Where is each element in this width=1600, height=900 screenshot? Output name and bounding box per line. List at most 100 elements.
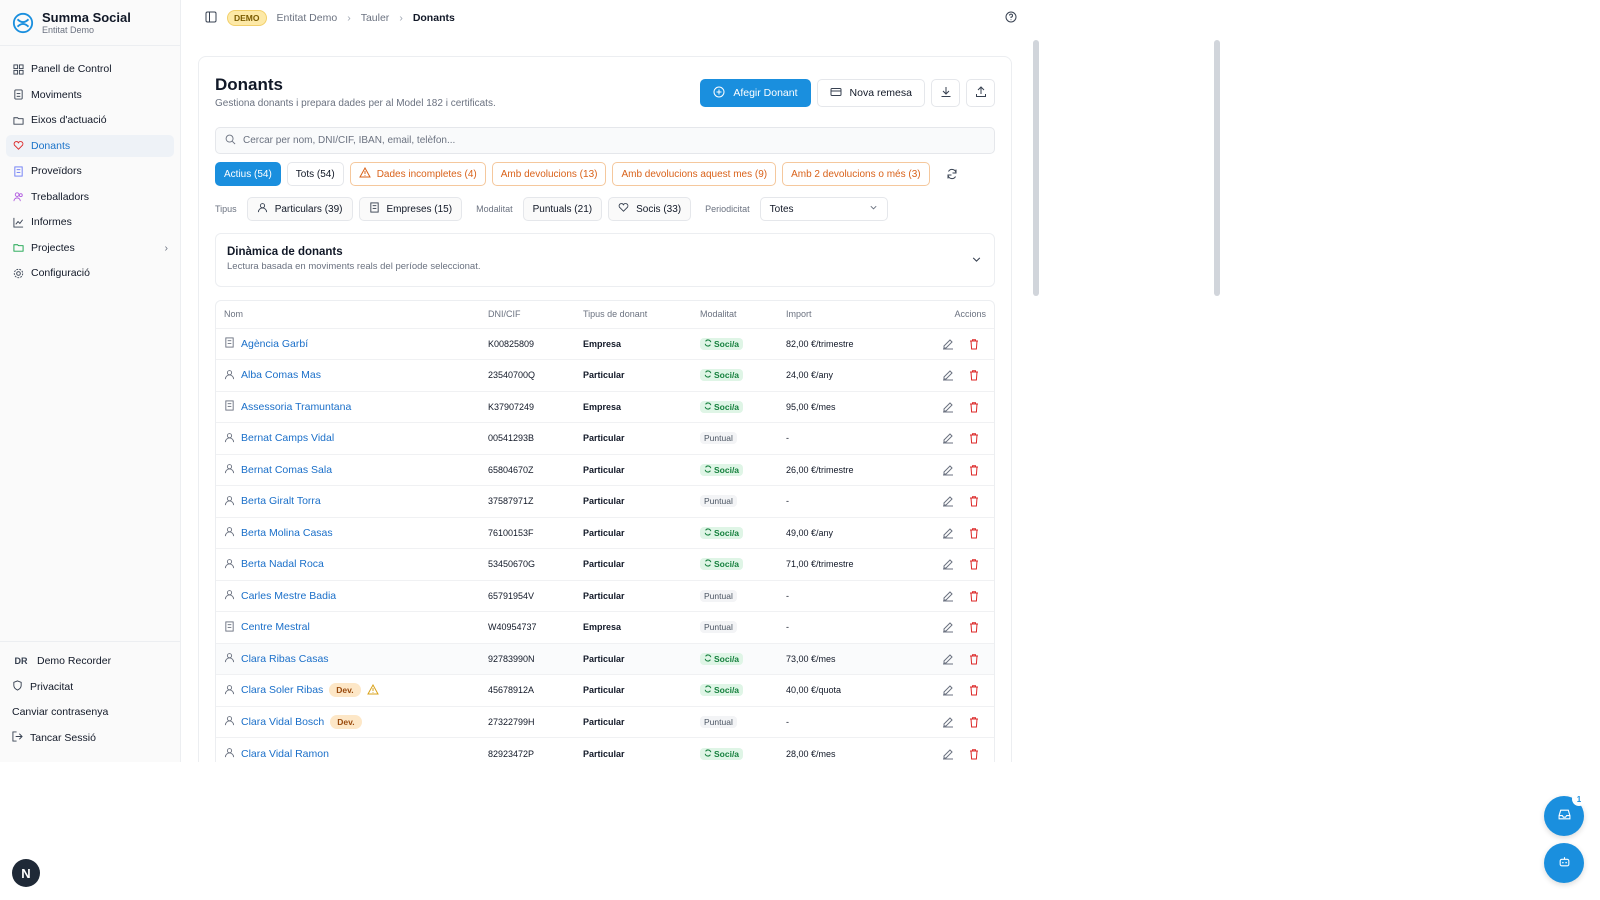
inbox-button[interactable]: 1 <box>1544 792 1586 836</box>
periodicity-select[interactable]: Totes <box>759 197 888 221</box>
sidebar-item-donants[interactable]: Donants <box>6 134 174 157</box>
donor-name-link[interactable]: Bernat Comas Sala <box>241 464 332 476</box>
donor-name-link[interactable]: Centre Mestral <box>241 621 310 633</box>
filter-companies[interactable]: Empreses (15) <box>358 197 463 221</box>
donor-name-link[interactable]: Clara Ribas Casas <box>241 653 329 665</box>
breadcrumb-section[interactable]: Tauler <box>361 12 390 24</box>
donor-name-link[interactable]: Alba Comas Mas <box>241 369 321 381</box>
edit-icon[interactable] <box>942 401 954 413</box>
table-row[interactable]: Clara Vidal Bosch Dev. 27322799H Particular… <box>216 705 994 738</box>
page-scrollbar[interactable] <box>1033 36 1039 762</box>
donor-name-link[interactable]: Clara Soler Ribas <box>241 684 323 696</box>
donor-name-link[interactable]: Bernat Camps Vidal <box>241 432 334 444</box>
sidebar-item-panell-de-control[interactable]: Panell de Control <box>6 58 174 80</box>
table-row[interactable]: Clara Ribas Casas 92783990N Particular Soci… <box>216 642 994 675</box>
help-icon[interactable] <box>1005 11 1017 26</box>
edit-icon[interactable] <box>942 369 954 381</box>
donor-name-link[interactable]: Clara Vidal Bosch <box>241 716 324 728</box>
donor-name-link[interactable]: Carles Mestre Badia <box>241 590 336 602</box>
filter-particulars[interactable]: Particulars (39) <box>246 197 353 221</box>
delete-icon[interactable] <box>968 369 980 381</box>
table-row[interactable]: Agència Garbí K00825809 Empresa Soci/a 82,00… <box>216 327 994 360</box>
edit-icon[interactable] <box>942 558 954 570</box>
chip-two-or-more-returns[interactable]: Amb 2 devolucions o més (3) <box>782 162 930 186</box>
sidebar-item-configuracio[interactable]: Configuració <box>6 262 174 284</box>
new-remittance-button[interactable]: Nova remesa <box>816 79 925 107</box>
table-row[interactable]: Berta Nadal Roca 53450670G Particular Soci/… <box>216 548 994 580</box>
edit-icon[interactable] <box>942 527 954 539</box>
toggle-sidebar-icon[interactable] <box>205 11 217 26</box>
download-button[interactable] <box>931 79 960 107</box>
sidebar-item-proveidors[interactable]: Proveïdors <box>6 160 174 182</box>
chip-all[interactable]: Tots (54) <box>286 162 344 186</box>
scrollbar-thumb[interactable] <box>1214 40 1220 296</box>
delete-icon[interactable] <box>968 432 980 444</box>
delete-icon[interactable] <box>968 716 980 728</box>
delete-icon[interactable] <box>968 590 980 602</box>
delete-icon[interactable] <box>968 558 980 570</box>
table-row[interactable]: Alba Comas Mas 23540700Q Particular Soci/a 2… <box>216 359 994 391</box>
delete-icon[interactable] <box>968 338 980 350</box>
edit-icon[interactable] <box>942 748 954 760</box>
search-bar[interactable] <box>215 127 995 154</box>
table-row[interactable]: Carles Mestre Badia 65791954V Particular Pu… <box>216 579 994 612</box>
edit-icon[interactable] <box>942 684 954 696</box>
chip-with-returns[interactable]: Amb devolucions (13) <box>491 162 607 186</box>
user-menu[interactable]: DR Demo Recorder <box>6 650 174 672</box>
donor-name-link[interactable]: Clara Vidal Ramon <box>241 748 329 760</box>
filter-punctual[interactable]: Puntuals (21) <box>522 197 603 221</box>
donor-name-link[interactable]: Berta Giralt Torra <box>241 495 321 507</box>
donor-name-link[interactable]: Agència Garbí <box>241 338 308 350</box>
edit-icon[interactable] <box>942 464 954 476</box>
edit-icon[interactable] <box>942 338 954 350</box>
scrollbar[interactable] <box>1214 36 1220 762</box>
logout-button[interactable]: Tancar Sessió <box>6 727 174 749</box>
sidebar-item-eixos[interactable]: Eixos d'actuació <box>6 109 174 131</box>
delete-icon[interactable] <box>968 653 980 665</box>
n-dev-button[interactable]: N <box>12 859 40 887</box>
table-row[interactable]: Berta Giralt Torra 37587971Z Particular Pun… <box>216 485 994 517</box>
filter-members[interactable]: Socis (33) <box>608 197 692 221</box>
table-row[interactable]: Bernat Comas Sala 65804670Z Particular Soci… <box>216 453 994 486</box>
edit-icon[interactable] <box>942 432 954 444</box>
sidebar-item-treballadors[interactable]: Treballadors <box>6 186 174 208</box>
search-input[interactable] <box>243 135 985 146</box>
sidebar-item-projectes[interactable]: Projectes › <box>6 237 174 259</box>
delete-icon[interactable] <box>968 684 980 696</box>
breadcrumb-entity[interactable]: Entitat Demo <box>277 12 338 24</box>
delete-icon[interactable] <box>968 495 980 507</box>
page-scrollbar-thumb[interactable] <box>1033 40 1039 296</box>
edit-icon[interactable] <box>942 716 954 728</box>
change-password-link[interactable]: Canviar contrasenya <box>6 701 174 723</box>
donor-name-link[interactable]: Berta Nadal Roca <box>241 558 324 570</box>
delete-icon[interactable] <box>968 621 980 633</box>
delete-icon[interactable] <box>968 527 980 539</box>
add-donor-button[interactable]: Afegir Donant <box>700 79 811 107</box>
donor-dynamics-panel[interactable]: Dinàmica de donants Lectura basada en mo… <box>215 233 995 287</box>
table-row[interactable]: Assessoria Tramuntana K37907249 Empresa Soc… <box>216 390 994 423</box>
sidebar-item-moviments[interactable]: Moviments <box>6 84 174 106</box>
table-row[interactable]: Bernat Camps Vidal 00541293B Particular Pun… <box>216 422 994 454</box>
edit-icon[interactable] <box>942 495 954 507</box>
brand[interactable]: Summa Social Entitat Demo <box>0 0 180 46</box>
edit-icon[interactable] <box>942 590 954 602</box>
edit-icon[interactable] <box>942 621 954 633</box>
edit-icon[interactable] <box>942 653 954 665</box>
table-row[interactable]: Clara Soler Ribas Dev. 45678912A Particular… <box>216 674 994 706</box>
refresh-icon[interactable] <box>940 162 964 186</box>
delete-icon[interactable] <box>968 748 980 760</box>
delete-icon[interactable] <box>968 464 980 476</box>
chip-returns-this-month[interactable]: Amb devolucions aquest mes (9) <box>612 162 777 186</box>
delete-icon[interactable] <box>968 401 980 413</box>
table-row[interactable]: Berta Molina Casas 76100153F Particular Soc… <box>216 516 994 549</box>
upload-button[interactable] <box>966 79 995 107</box>
privacy-link[interactable]: Privacitat <box>6 676 174 698</box>
table-row[interactable]: Centre Mestral W40954737 Empresa Puntual - <box>216 611 994 643</box>
chip-active[interactable]: Actius (54) <box>215 162 281 186</box>
table-row[interactable]: Clara Vidal Ramon 82923472P Particular Soci… <box>216 737 994 762</box>
assistant-button[interactable] <box>1544 843 1584 883</box>
chip-incomplete-data[interactable]: Dades incompletes (4) <box>349 162 486 186</box>
donor-name-link[interactable]: Berta Molina Casas <box>241 527 333 539</box>
donor-name-link[interactable]: Assessoria Tramuntana <box>241 401 351 413</box>
sidebar-item-informes[interactable]: Informes <box>6 211 174 233</box>
